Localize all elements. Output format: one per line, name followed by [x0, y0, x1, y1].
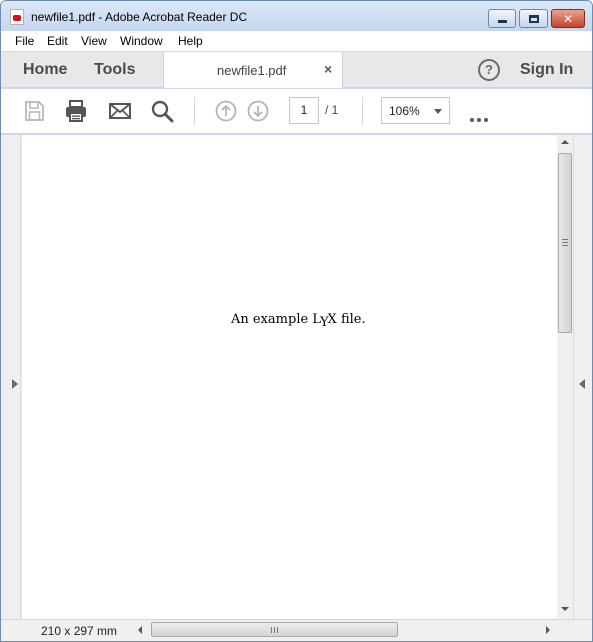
help-icon[interactable]: ?: [478, 59, 500, 81]
pdf-page[interactable]: An example LYX file.: [22, 135, 557, 619]
toolbar: 1 / 1 106%: [1, 89, 592, 134]
scroll-down-icon[interactable]: [561, 607, 569, 611]
horizontal-scroll-thumb[interactable]: [151, 622, 398, 637]
menu-bar: File Edit View Window Help: [1, 31, 592, 52]
vertical-scrollbar[interactable]: [557, 135, 573, 619]
expand-right-panel-icon: [579, 379, 585, 389]
zoom-dropdown[interactable]: 106%: [381, 97, 450, 124]
right-panel-toggle[interactable]: [573, 135, 592, 619]
menu-edit[interactable]: Edit: [47, 34, 68, 48]
menu-view[interactable]: View: [81, 34, 107, 48]
tab-bar: Home Tools newfile1.pdf × ? Sign In: [1, 52, 592, 88]
sign-in-button[interactable]: Sign In: [520, 61, 573, 79]
page-text-before: An example: [231, 312, 313, 327]
vertical-scroll-thumb[interactable]: [558, 153, 572, 333]
title-bar: newfile1.pdf - Adobe Acrobat Reader DC ✕: [1, 1, 592, 31]
menu-help[interactable]: Help: [178, 34, 203, 48]
maximize-icon: [520, 10, 547, 27]
scroll-right-icon[interactable]: [546, 626, 550, 634]
expand-left-panel-icon: [12, 379, 18, 389]
page-text: An example LYX file.: [231, 312, 366, 330]
window-title: newfile1.pdf - Adobe Acrobat Reader DC: [31, 10, 248, 24]
minimize-button[interactable]: [488, 9, 516, 28]
lyx-y: Y: [319, 315, 329, 330]
close-window-button[interactable]: ✕: [551, 9, 585, 28]
tab-home[interactable]: Home: [23, 61, 67, 79]
horizontal-scrollbar[interactable]: [134, 622, 556, 638]
tab-tools[interactable]: Tools: [94, 61, 135, 79]
more-options-icon[interactable]: [470, 109, 491, 127]
next-page-icon[interactable]: [246, 99, 270, 123]
search-icon[interactable]: [150, 99, 174, 123]
toolbar-separator: [362, 97, 363, 125]
page-size-label: 210 x 297 mm: [41, 624, 118, 638]
scroll-left-icon[interactable]: [138, 626, 142, 634]
tab-document-label: newfile1.pdf: [217, 63, 287, 78]
scroll-up-icon[interactable]: [561, 140, 569, 144]
email-icon[interactable]: [108, 99, 132, 123]
close-tab-icon[interactable]: ×: [324, 61, 332, 77]
tab-document[interactable]: newfile1.pdf ×: [163, 52, 343, 88]
page-number-input[interactable]: 1: [289, 97, 319, 124]
zoom-value: 106%: [389, 104, 420, 118]
status-bar: 210 x 297 mm: [1, 619, 592, 641]
minimize-icon: [489, 10, 515, 27]
left-panel-toggle[interactable]: [1, 135, 21, 619]
page-total: / 1: [325, 103, 339, 117]
document-area: An example LYX file.: [1, 135, 592, 619]
toolbar-separator: [194, 97, 195, 125]
pdf-file-icon: [10, 9, 24, 25]
page-text-after: file.: [336, 312, 366, 327]
grip-icon: [271, 627, 278, 633]
chevron-down-icon: [434, 109, 442, 114]
maximize-button[interactable]: [519, 9, 548, 28]
print-icon[interactable]: [64, 99, 88, 123]
close-icon: ✕: [562, 11, 574, 26]
menu-file[interactable]: File: [15, 34, 34, 48]
save-icon[interactable]: [22, 99, 46, 123]
menu-window[interactable]: Window: [120, 34, 163, 48]
grip-icon: [562, 239, 568, 246]
acrobat-window: newfile1.pdf - Adobe Acrobat Reader DC ✕…: [0, 0, 593, 642]
previous-page-icon[interactable]: [214, 99, 238, 123]
